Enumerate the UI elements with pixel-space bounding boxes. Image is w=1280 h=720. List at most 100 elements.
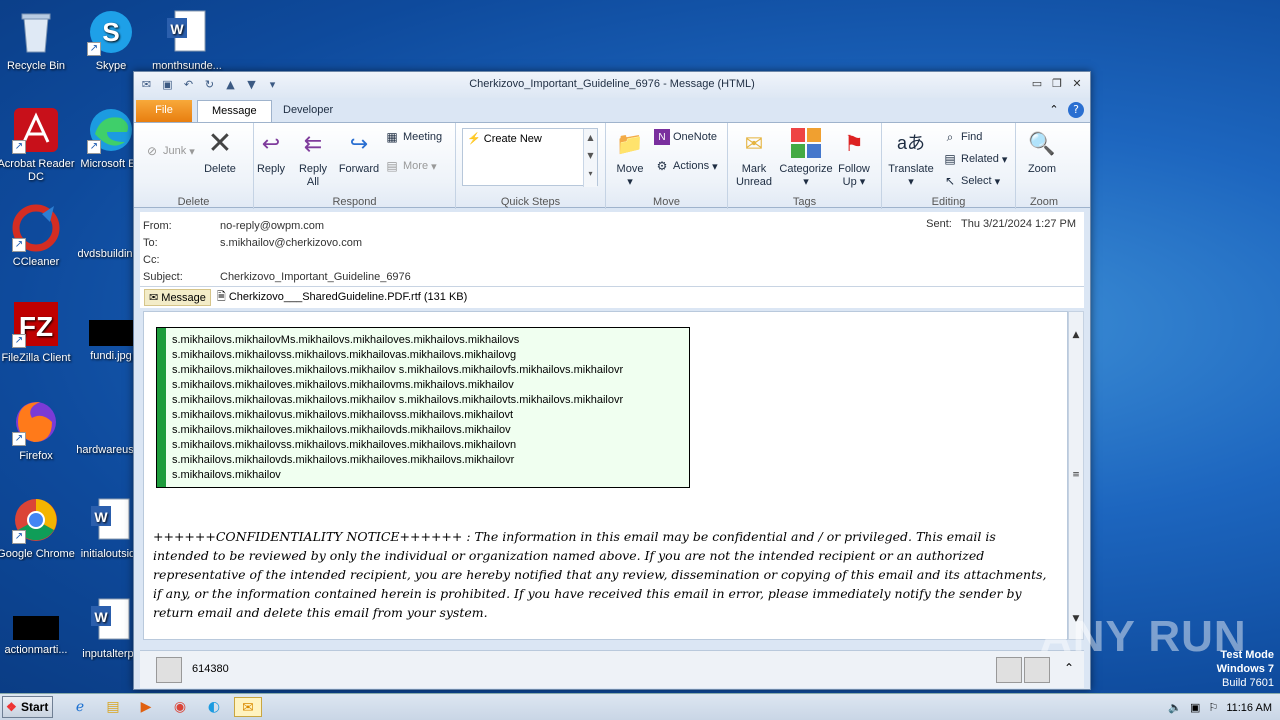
find-button[interactable]: ⌕ Find: [942, 129, 983, 145]
media-player-icon[interactable]: ▶: [134, 697, 158, 717]
tab-file[interactable]: File: [136, 100, 192, 122]
desktop-icon-filezilla[interactable]: FZ ↗ FileZilla Client: [0, 300, 75, 365]
network-icon[interactable]: ▣: [1190, 701, 1200, 714]
start-button[interactable]: ❖ Start: [2, 696, 53, 718]
help-icon[interactable]: ?: [1068, 102, 1084, 118]
forward-button[interactable]: ↪ Forward: [336, 126, 382, 176]
image-file-icon: [13, 616, 59, 640]
desktop-icon-skype[interactable]: S ↗ Skype: [72, 8, 150, 73]
onenote-button[interactable]: N OneNote: [654, 129, 717, 145]
body-scrollbar[interactable]: ▲ ≡ ▼: [1068, 311, 1084, 640]
chrome-icon: ↗: [12, 496, 60, 544]
envelope-icon: ✉: [744, 130, 764, 156]
ribbon: ⊘ Junk ▾ ✕ Delete Delete ↩ Reply ⇇ Reply …: [134, 122, 1090, 209]
body-line: s.mikhailovs.mikhailovss.mikhailovs.mikh…: [172, 349, 517, 361]
image-file-icon: [89, 320, 133, 346]
body-line: s.mikhailovs.mikhailovds.mikhailovs.mikh…: [172, 454, 515, 466]
outlook-taskbar-icon[interactable]: ✉: [234, 697, 262, 717]
group-respond: ↩ Reply ⇇ Reply All ↪ Forward ▦ Meeting …: [254, 123, 456, 209]
related-button[interactable]: ▤ Related ▾: [942, 151, 1007, 167]
flag-icon[interactable]: ⚐: [1208, 701, 1218, 714]
actions-button[interactable]: ⚙ Actions ▾: [654, 158, 718, 174]
attachment-file[interactable]: 🗎 Cherkizovo___SharedGuideline.PDF.rtf (…: [217, 288, 467, 307]
speaker-icon[interactable]: 🔈: [1168, 701, 1182, 714]
explorer-icon[interactable]: ▤: [101, 697, 125, 717]
tab-developer[interactable]: Developer: [269, 100, 347, 122]
scroll-up-icon[interactable]: ▲: [1069, 330, 1083, 340]
forward-icon: ↪: [349, 130, 369, 156]
title-bar: ✉ ▣ ↶ ↻ ▲ ▼ ▾ Cherkizovo_Important_Guide…: [134, 72, 1090, 98]
desktop-icon-firefox[interactable]: ↗ Firefox: [0, 398, 75, 463]
lightning-icon: ⚡: [467, 133, 481, 145]
group-zoom: 🔍 Zoom Zoom: [1016, 123, 1072, 209]
body-line: s.mikhailovs.mikhailoves.mikhailovs.mikh…: [172, 364, 624, 376]
skype-icon: S ↗: [87, 8, 135, 56]
group-editing: aあ Translate ▾ ⌕ Find ▤ Related ▾ ↖ Select…: [882, 123, 1016, 209]
quick-steps-gallery[interactable]: ⚡ Create New ▲ ▼ ▾: [462, 128, 598, 187]
avatar[interactable]: [156, 657, 182, 683]
body-line: s.mikhailovs.mikhailovus.mikhailovs.mikh…: [172, 409, 514, 421]
follow-up-button[interactable]: ⚑ Follow Up ▾: [834, 126, 874, 189]
clock[interactable]: 11:16 AM: [1226, 702, 1272, 714]
to-value[interactable]: s.mikhailov@cherkizovo.com: [220, 237, 362, 249]
firefox-icon: ↗: [12, 398, 60, 446]
move-button[interactable]: 📁 Move ▾: [610, 126, 650, 189]
scroll-thumb[interactable]: ≡: [1069, 470, 1083, 480]
meeting-button[interactable]: ▦ Meeting: [384, 129, 442, 145]
chrome-icon[interactable]: ◉: [168, 697, 192, 717]
collapse-ribbon-icon[interactable]: ⌃: [1046, 102, 1062, 118]
maximize-icon[interactable]: ❐: [1048, 76, 1066, 92]
desktop-icon-ccleaner[interactable]: ↗ CCleaner: [0, 204, 75, 269]
quick-steps-scroll[interactable]: ▲ ▼ ▾: [583, 129, 597, 187]
desktop-icon-chrome[interactable]: ↗ Google Chrome: [0, 496, 75, 561]
quoted-box: s.mikhailovs.mikhailovMs.mikhailovs.mikh…: [156, 327, 690, 488]
desktop-icon-acrobat[interactable]: ↗ Acrobat Reader DC: [0, 106, 75, 184]
edge-icon[interactable]: ◐: [202, 697, 226, 717]
window-controls: ▭ ❐ ✕: [1028, 76, 1086, 92]
people-pane: 614380 ⌃: [140, 650, 1084, 688]
more-button[interactable]: ▤ More ▾: [384, 158, 436, 174]
body-line: s.mikhailovs.mikhailovss.mikhailovs.mikh…: [172, 439, 517, 451]
system-tray: 🔈 ▣ ⚐ 11:16 AM: [1168, 694, 1280, 720]
desktop-icon-recycle-bin[interactable]: Recycle Bin: [0, 8, 75, 73]
onenote-icon: N: [654, 129, 670, 145]
ie-icon[interactable]: ℯ: [68, 697, 92, 717]
create-new-quick-step[interactable]: ⚡ Create New: [467, 132, 542, 145]
test-mode-watermark: Test Mode Windows 7 Build 7601: [1216, 649, 1274, 689]
translate-icon: aあ: [896, 132, 925, 153]
body-line: s.mikhailovs.mikhailoves.mikhailovs.mikh…: [172, 424, 511, 436]
related-icon: ▤: [944, 152, 956, 166]
zoom-button[interactable]: 🔍 Zoom: [1022, 126, 1062, 176]
close-icon[interactable]: ✕: [1068, 76, 1086, 92]
body-line: s.mikhailovs.mikhailovMs.mikhailovs.mikh…: [172, 334, 520, 346]
delete-button[interactable]: ✕ Delete: [200, 126, 240, 176]
avatar[interactable]: [996, 657, 1022, 683]
junk-icon: ⊘: [146, 144, 158, 158]
reply-button[interactable]: ↩ Reply: [254, 126, 288, 176]
junk-button[interactable]: ⊘ Junk ▾: [144, 143, 195, 159]
message-attachment-tab[interactable]: ✉ Message: [144, 289, 211, 306]
desktop-icon-monthsunde[interactable]: W monthsunde...: [148, 8, 226, 73]
minimize-icon[interactable]: ▭: [1028, 76, 1046, 92]
reply-all-icon: ⇇: [303, 130, 323, 156]
expand-people-pane-icon[interactable]: ⌃: [1064, 661, 1074, 675]
select-button[interactable]: ↖ Select ▾: [942, 173, 1000, 189]
translate-button[interactable]: aあ Translate ▾: [886, 126, 936, 189]
reply-icon: ↩: [261, 130, 281, 156]
cc-row: Cc:: [143, 254, 160, 266]
categorize-button[interactable]: Categorize ▾: [778, 126, 834, 189]
body-line: s.mikhailovs.mikhailovas.mikhailovs.mikh…: [172, 394, 624, 406]
subject-row: Subject: Cherkizovo_Important_Guideline_6…: [143, 271, 411, 283]
svg-text:S: S: [102, 17, 119, 47]
cursor-icon: ↖: [944, 174, 956, 188]
message-body: s.mikhailovs.mikhailovMs.mikhailovs.mikh…: [143, 311, 1068, 640]
reply-all-button[interactable]: ⇇ Reply All: [294, 126, 332, 189]
tab-message[interactable]: Message: [197, 100, 272, 123]
desktop-icon-actionmarti[interactable]: actionmarti...: [0, 616, 75, 657]
window-title: Cherkizovo_Important_Guideline_6976 - Me…: [469, 78, 755, 90]
mark-unread-button[interactable]: ✉ Mark Unread: [730, 126, 778, 189]
binoculars-icon: ⌕: [946, 129, 954, 144]
from-value[interactable]: no-reply@owpm.com: [220, 220, 324, 232]
confidentiality-notice: ++++++CONFIDENTIALITY NOTICE++++++ : The…: [153, 529, 1047, 620]
magnifier-icon: 🔍: [1028, 130, 1056, 156]
